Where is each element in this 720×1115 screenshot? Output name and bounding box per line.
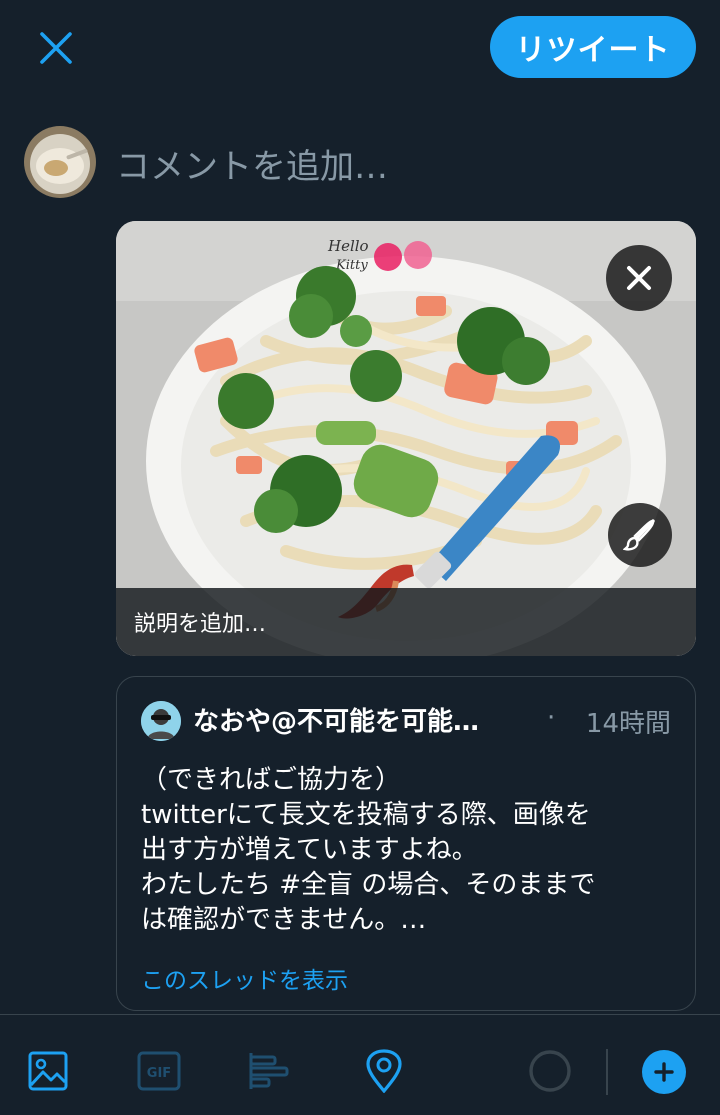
- quoted-timestamp: 14時間: [585, 709, 671, 739]
- add-description-button[interactable]: 説明を追加…: [116, 588, 696, 656]
- add-image-button[interactable]: [26, 1049, 70, 1093]
- svg-text:Hello: Hello: [327, 237, 369, 255]
- paintbrush-icon: [623, 519, 655, 551]
- quoted-text-line: わたしたち #全盲 の場合、そのままで: [141, 870, 596, 900]
- close-button[interactable]: [28, 20, 84, 76]
- avatar[interactable]: [24, 126, 96, 198]
- separator-dot: ·: [547, 703, 556, 733]
- image-icon: [28, 1051, 68, 1091]
- gif-icon: GIF: [137, 1051, 181, 1091]
- add-poll-button[interactable]: [248, 1049, 292, 1093]
- retweet-button[interactable]: リツイート: [490, 16, 696, 78]
- svg-text:GIF: GIF: [147, 1066, 171, 1081]
- poll-icon: [249, 1053, 289, 1089]
- close-icon: [627, 266, 651, 290]
- quoted-text-line: は確認ができません。…: [141, 905, 427, 935]
- close-icon: [40, 32, 72, 64]
- attached-image[interactable]: Hello Kitty 説明を追加…: [116, 221, 696, 656]
- quoted-tweet[interactable]: なおや@不可能を可能… · 14時間 （できればご協力を） twitterにて長…: [116, 676, 696, 1011]
- quoted-tweet-text: （できればご協力を） twitterにて長文を投稿する際、画像を 出す方が増えて…: [141, 763, 681, 938]
- location-icon: [366, 1049, 402, 1093]
- comment-input[interactable]: コメントを追加…: [116, 136, 676, 190]
- quoted-text-line: （できればご協力を）: [141, 765, 402, 795]
- quoted-text-line: 出す方が増えていますよね。: [141, 835, 478, 865]
- plus-icon: [654, 1062, 674, 1082]
- compose-retweet-screen: リツイート コメントを追加… Hello Kitty 説明を追加… なおや@不可…: [0, 0, 720, 1115]
- remove-media-button[interactable]: [606, 245, 672, 311]
- add-tweet-button[interactable]: [642, 1050, 686, 1094]
- character-counter-ring: [529, 1050, 571, 1092]
- quoted-text-line: twitterにて長文を投稿する際、画像を: [141, 800, 591, 830]
- compose-toolbar: GIF: [0, 1014, 720, 1115]
- character-counter: [528, 1049, 572, 1093]
- toolbar-divider: [606, 1049, 608, 1095]
- quoted-author-name: なおや@不可能を可能…: [193, 707, 480, 737]
- add-gif-button[interactable]: GIF: [137, 1049, 181, 1093]
- add-location-button[interactable]: [362, 1049, 406, 1093]
- quoted-author-avatar: [141, 701, 181, 741]
- edit-media-button[interactable]: [608, 503, 672, 567]
- show-thread-link[interactable]: このスレッドを表示: [141, 961, 348, 995]
